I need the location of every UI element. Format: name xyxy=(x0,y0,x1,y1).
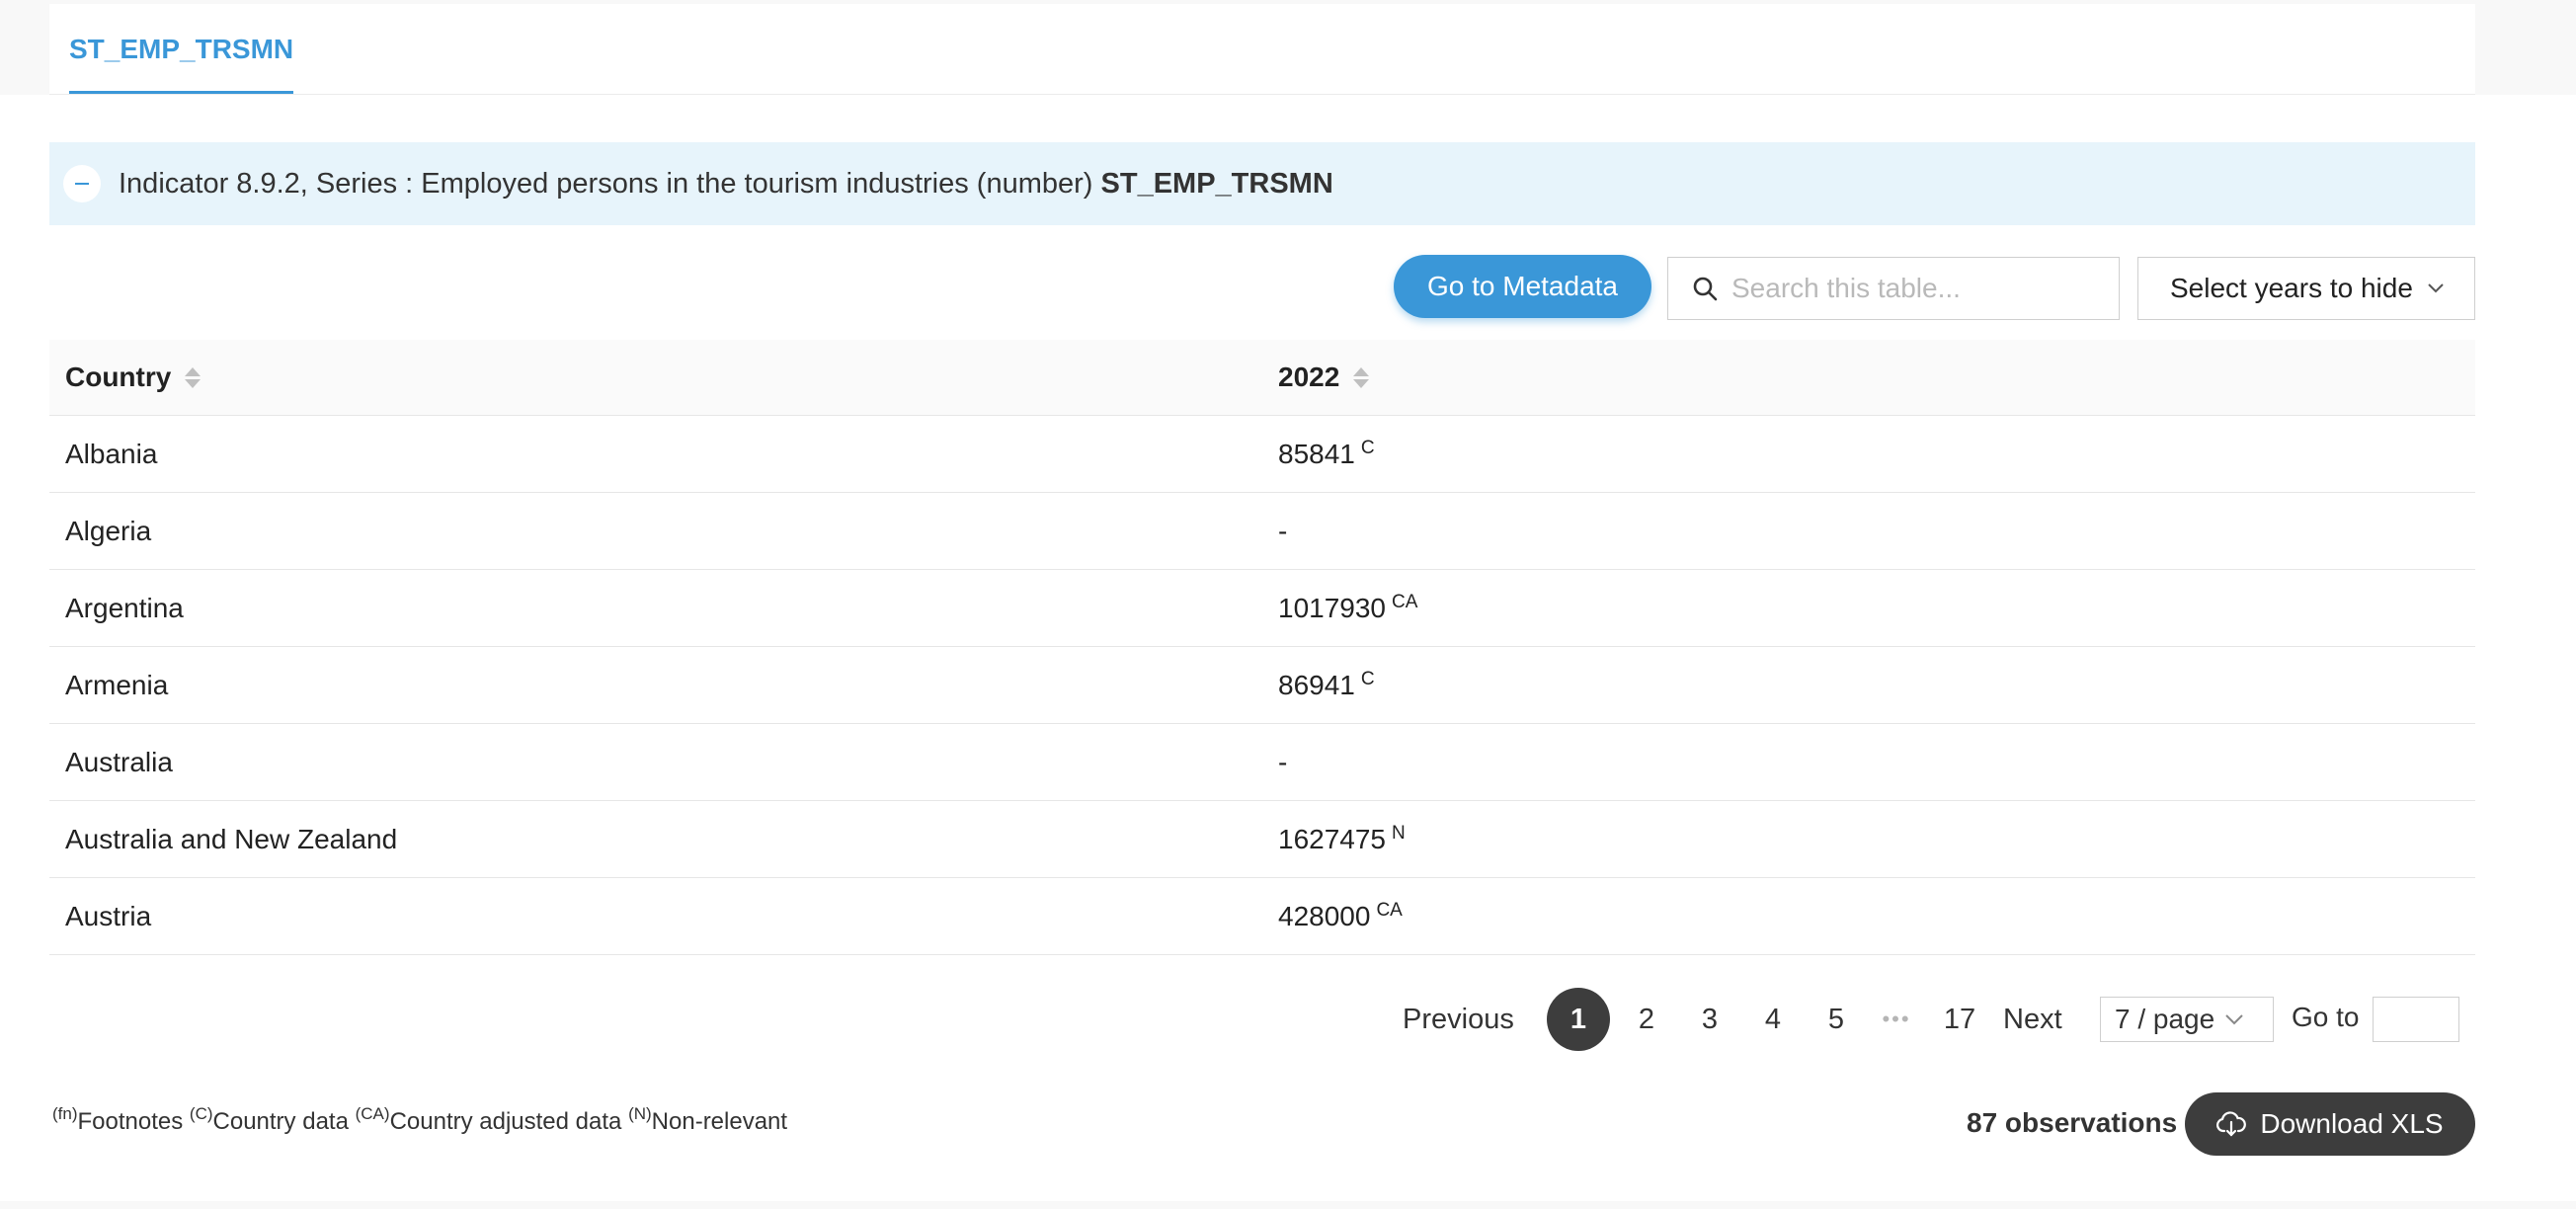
cloud-download-icon xyxy=(2216,1111,2247,1137)
go-to-metadata-button[interactable]: Go to Metadata xyxy=(1394,255,1651,318)
page: ST_EMP_TRSMN Indicator 8.9.2, Series : E… xyxy=(0,0,2576,1209)
table-header: Country 2022 xyxy=(49,340,2475,416)
download-xls-button[interactable]: Download XLS xyxy=(2185,1092,2475,1156)
select-years-dropdown[interactable]: Select years to hide xyxy=(2137,257,2475,320)
country-cell: Algeria xyxy=(65,515,152,546)
value-text: 1627475 xyxy=(1278,823,1387,854)
table-row: Australia and New Zealand 1627475 N xyxy=(49,801,2475,878)
value-text: 86941 xyxy=(1278,669,1355,700)
observations-count: 87 observations xyxy=(1967,1107,2178,1138)
tab-divider xyxy=(49,94,2475,95)
next-page-button[interactable]: Next xyxy=(2003,988,2062,1051)
search-box[interactable] xyxy=(1667,257,2120,320)
legend-fn-sup: (fn) xyxy=(52,1104,78,1123)
flag-badge: C xyxy=(1360,437,1375,458)
table-row: Austria 428000 CA xyxy=(49,878,2475,955)
tab-st-emp-trsmn[interactable]: ST_EMP_TRSMN xyxy=(69,30,294,95)
legend-country-data: Country data xyxy=(212,1108,349,1135)
column-header-label: Country xyxy=(65,362,172,392)
column-header-country[interactable]: Country xyxy=(49,362,1262,393)
tab-bar xyxy=(49,4,2475,95)
indicator-title: Indicator 8.9.2, Series : Employed perso… xyxy=(119,168,1333,201)
country-cell: Austria xyxy=(65,900,152,931)
country-cell: Australia xyxy=(65,746,173,777)
legend-n-sup: (N) xyxy=(628,1104,652,1123)
country-cell: Albania xyxy=(65,438,158,469)
value-text: 428000 xyxy=(1278,900,1371,931)
flag-badge: CA xyxy=(1376,899,1403,921)
country-cell: Armenia xyxy=(65,669,169,700)
page-4-button[interactable]: 4 xyxy=(1758,988,1788,1051)
page-size-select[interactable]: 7 / page xyxy=(2100,997,2274,1042)
search-icon xyxy=(1693,277,1718,301)
page-1-button[interactable]: 1 xyxy=(1547,988,1610,1051)
indicator-code: ST_EMP_TRSMN xyxy=(1100,167,1333,200)
table-row: Armenia 86941 C xyxy=(49,647,2475,724)
value-cell: - xyxy=(1262,516,1293,547)
select-years-label: Select years to hide xyxy=(2170,273,2413,303)
table-row: Albania 85841 C xyxy=(49,416,2475,493)
legend-ca-sup: (CA) xyxy=(355,1104,390,1123)
page-17-button[interactable]: 17 xyxy=(1942,988,1977,1051)
page-2-button[interactable]: 2 xyxy=(1632,988,1661,1051)
value-cell: 1627475 N xyxy=(1262,822,1406,855)
value-text: - xyxy=(1278,746,1288,777)
flag-badge: CA xyxy=(1392,591,1418,612)
go-to-label: Go to xyxy=(2292,1002,2360,1032)
flag-badge: C xyxy=(1360,668,1375,689)
country-cell: Australia and New Zealand xyxy=(65,823,398,854)
page-5-button[interactable]: 5 xyxy=(1821,988,1851,1051)
country-cell: Argentina xyxy=(65,592,184,623)
more-pages-ellipsis[interactable]: ••• xyxy=(1875,988,1918,1051)
page-size-value: 7 / page xyxy=(2115,1004,2215,1034)
value-cell: 86941 C xyxy=(1262,668,1375,701)
table-row: Australia - xyxy=(49,724,2475,801)
collapse-icon[interactable] xyxy=(63,165,101,202)
indicator-description: Indicator 8.9.2, Series : Employed perso… xyxy=(119,167,1101,200)
previous-page-button[interactable]: Previous xyxy=(1403,988,1514,1051)
value-cell: 85841 C xyxy=(1262,437,1375,470)
sort-icon[interactable] xyxy=(185,366,201,388)
value-text: - xyxy=(1278,515,1288,546)
go-to-page-input[interactable] xyxy=(2373,997,2459,1042)
chevron-down-icon xyxy=(2428,283,2444,293)
legend: (fn)Footnotes (C)Country data (CA)Countr… xyxy=(52,1104,788,1136)
value-cell: 1017930 CA xyxy=(1262,591,1418,624)
sort-icon[interactable] xyxy=(1353,366,1370,388)
value-text: 1017930 xyxy=(1278,592,1387,623)
legend-non-relevant: Non-relevant xyxy=(651,1108,788,1135)
value-cell: - xyxy=(1262,747,1293,778)
value-cell: 428000 CA xyxy=(1262,899,1403,932)
legend-footnotes: Footnotes xyxy=(77,1108,184,1135)
value-text: 85841 xyxy=(1278,438,1355,469)
indicator-header[interactable]: Indicator 8.9.2, Series : Employed perso… xyxy=(49,142,2475,225)
flag-badge: N xyxy=(1392,822,1406,844)
column-header-2022[interactable]: 2022 xyxy=(1262,362,1370,393)
data-table: Country 2022 Albania 85841 C Algeria - Ar… xyxy=(49,340,2475,955)
search-input[interactable] xyxy=(1730,272,2109,305)
legend-c-sup: (C) xyxy=(189,1104,213,1123)
page-3-button[interactable]: 3 xyxy=(1695,988,1725,1051)
download-label: Download XLS xyxy=(2260,1108,2444,1139)
chevron-down-icon xyxy=(2225,1014,2243,1025)
table-row: Argentina 1017930 CA xyxy=(49,570,2475,647)
table-row: Algeria - xyxy=(49,493,2475,570)
column-header-label: 2022 xyxy=(1278,362,1340,392)
legend-country-adjusted: Country adjusted data xyxy=(389,1108,622,1135)
